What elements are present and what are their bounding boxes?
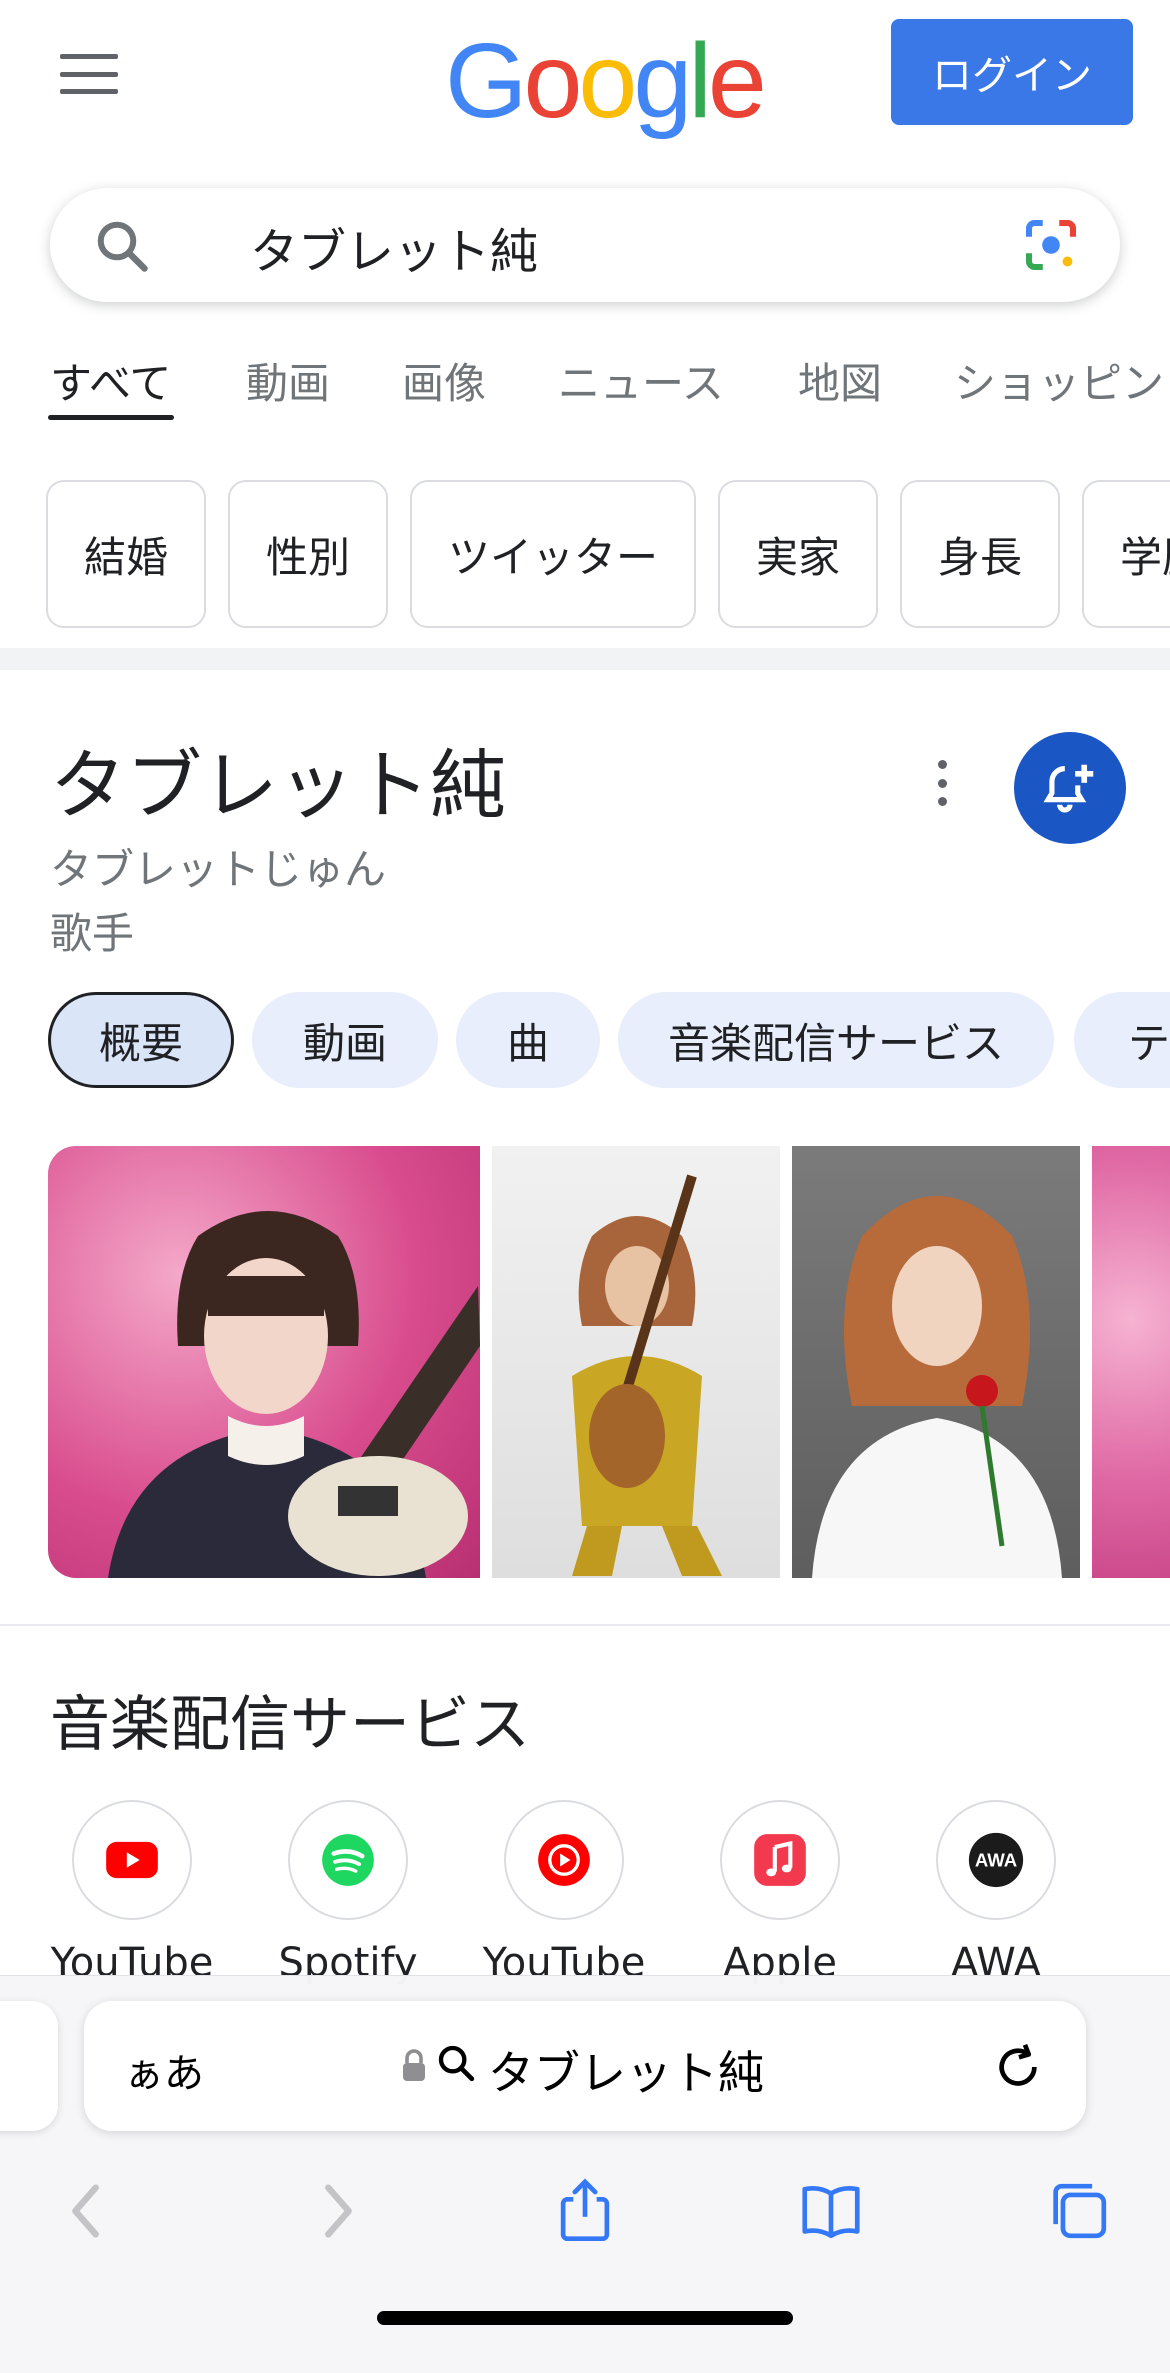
more-options-icon[interactable]	[934, 760, 950, 806]
spotify-icon	[322, 1834, 374, 1886]
logo-letter: o	[523, 22, 582, 140]
address-bar[interactable]: ぁあ タブレット純	[84, 2001, 1086, 2131]
reload-icon[interactable]	[990, 2039, 1046, 2095]
spotify-service-button[interactable]	[288, 1800, 408, 1920]
pill-videos[interactable]: 動画	[252, 992, 438, 1088]
entity-title: タブレット純	[50, 741, 506, 830]
music-services-title: 音楽配信サービス	[50, 1690, 530, 1760]
entity-reading: タブレットじゅん	[50, 845, 387, 894]
pill-songs[interactable]: 曲	[456, 992, 600, 1088]
page-settings-button[interactable]: ぁあ	[124, 2041, 204, 2099]
lock-icon	[403, 2049, 425, 2081]
pill-more[interactable]: テ	[1074, 992, 1170, 1088]
logo-letter: o	[578, 22, 637, 140]
photo-placeholder	[108, 1211, 480, 1578]
tab-shopping[interactable]: ショッピン	[954, 350, 1164, 411]
forward-icon[interactable]	[302, 2176, 372, 2246]
google-logo[interactable]: Google	[445, 28, 767, 134]
awa-icon: AWA	[968, 1832, 1024, 1888]
share-icon[interactable]	[550, 2176, 620, 2246]
home-indicator	[377, 2311, 793, 2325]
previous-tab-card[interactable]	[0, 2001, 58, 2131]
search-icon	[438, 2045, 475, 2082]
entity-type: 歌手	[50, 909, 135, 958]
awa-service-button[interactable]: AWA	[936, 1800, 1056, 1920]
tab-news[interactable]: ニュース	[558, 350, 724, 411]
menu-icon[interactable]	[60, 54, 118, 94]
logo-letter: G	[445, 22, 527, 140]
google-lens-icon[interactable]	[1018, 212, 1084, 278]
logo-letter: l	[688, 22, 711, 140]
login-button[interactable]: ログイン	[891, 19, 1133, 125]
search-icon[interactable]	[92, 216, 152, 276]
logo-letter: e	[707, 22, 767, 140]
entity-image[interactable]	[1092, 1146, 1170, 1578]
chip-family-home[interactable]: 実家	[718, 480, 878, 628]
apple-music-service-button[interactable]	[720, 1800, 840, 1920]
svg-text:AWA: AWA	[975, 1850, 1017, 1871]
youtube-service-button[interactable]	[72, 1800, 192, 1920]
tab-videos[interactable]: 動画	[246, 350, 330, 411]
tab-all[interactable]: すべて	[50, 350, 171, 411]
chip-twitter[interactable]: ツイッター	[410, 480, 696, 628]
browser-toolbar: ぁあ タブレット純	[0, 1975, 1170, 2373]
pill-music-services[interactable]: 音楽配信サービス	[618, 992, 1054, 1088]
section-divider	[0, 648, 1170, 670]
back-icon[interactable]	[52, 2176, 122, 2246]
address-text: タブレット純	[488, 2046, 764, 2100]
search-input[interactable]: タブレット純	[250, 212, 538, 282]
photo-placeholder	[572, 1174, 722, 1576]
youtube-music-icon	[538, 1834, 590, 1886]
section-divider	[0, 1624, 1170, 1626]
search-tabs: すべて 動画 画像 ニュース 地図 ショッピン	[0, 340, 1170, 430]
chip-height[interactable]: 身長	[900, 480, 1060, 628]
entity-image[interactable]	[492, 1146, 780, 1578]
chip-gender[interactable]: 性別	[228, 480, 388, 628]
tab-images[interactable]: 画像	[402, 350, 486, 411]
related-chips: 結婚 性別 ツイッター 実家 身長 学歴	[0, 480, 1170, 630]
logo-letter: g	[633, 22, 692, 140]
bell-plus-icon	[1043, 764, 1094, 813]
apple-music-icon	[754, 1834, 806, 1886]
youtube-icon	[106, 1841, 158, 1879]
photo-placeholder	[812, 1196, 1062, 1578]
active-tab-indicator	[48, 415, 174, 420]
entity-tabs: 概要 動画 曲 音楽配信サービス テ	[0, 992, 1170, 1092]
chip-education[interactable]: 学歴	[1082, 480, 1170, 628]
youtube-music-service-button[interactable]	[504, 1800, 624, 1920]
tabs-icon[interactable]	[1044, 2176, 1114, 2246]
chip-marriage[interactable]: 結婚	[46, 480, 206, 628]
pill-overview[interactable]: 概要	[48, 992, 234, 1088]
follow-button[interactable]	[1014, 732, 1126, 844]
entity-image[interactable]	[792, 1146, 1080, 1578]
search-box[interactable]: タブレット純	[50, 188, 1120, 302]
entity-image[interactable]	[48, 1146, 480, 1578]
bookmarks-icon[interactable]	[796, 2176, 866, 2246]
tab-maps[interactable]: 地図	[798, 350, 882, 411]
